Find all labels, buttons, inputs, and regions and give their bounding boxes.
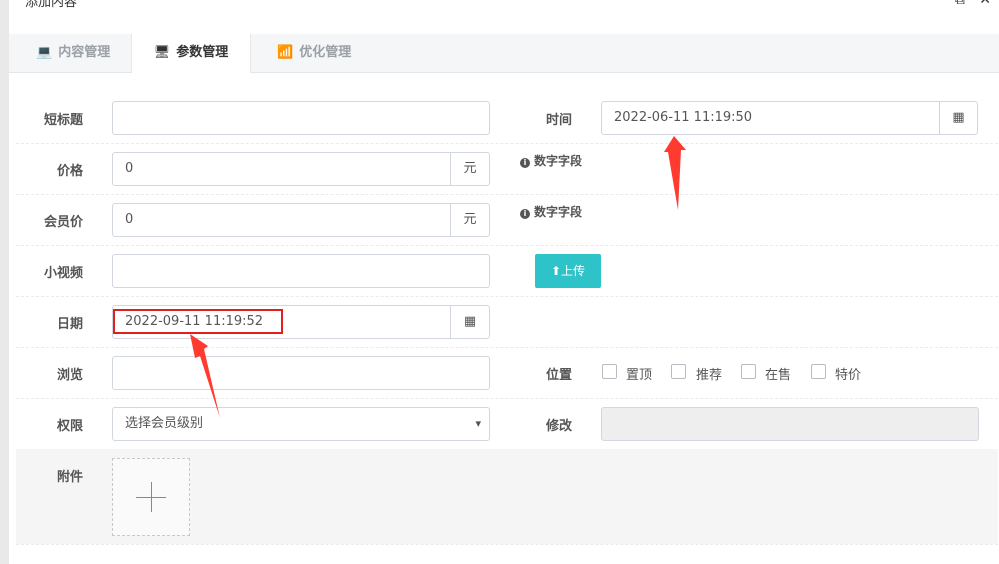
annotation-arrows xyxy=(190,136,686,418)
arrow-up-date xyxy=(190,334,220,418)
arrow-up-time xyxy=(664,136,686,210)
